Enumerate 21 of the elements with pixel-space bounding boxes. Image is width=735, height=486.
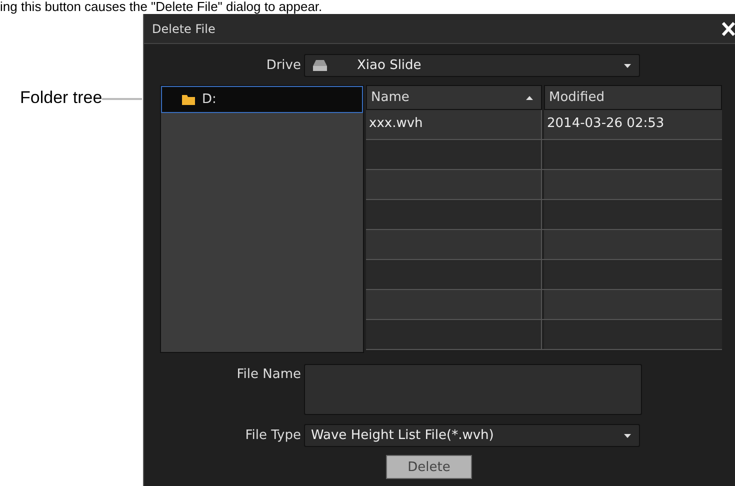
folder-icon	[182, 94, 196, 105]
drive-label: Drive	[265, 58, 302, 73]
column-header[interactable]: Name	[366, 85, 542, 110]
drive-icon	[313, 60, 327, 71]
leader-line	[102, 98, 142, 100]
callout-label: Folder tree	[20, 88, 102, 108]
delete-button[interactable]: Delete	[386, 455, 472, 479]
window-title: Delete File	[152, 22, 216, 36]
column-header[interactable]: Modified	[544, 85, 722, 110]
table-cell: 2014-03-26 02:53	[544, 110, 722, 139]
caption-text: ing this button causes the "Delete File" dialog to appear.	[0, 0, 324, 14]
close-icon[interactable]	[722, 22, 735, 36]
file-type-dropdown[interactable]: Wave Height List File(*.wvh)	[304, 424, 640, 447]
file-name-field[interactable]	[304, 364, 642, 415]
drive-dropdown[interactable]: Xiao Slide	[304, 54, 640, 77]
tree-item[interactable]: D:	[161, 86, 363, 113]
caret-icon	[624, 434, 631, 438]
table-cell: xxx.wvh	[366, 110, 542, 139]
caret-icon	[624, 64, 631, 68]
file-type-label: File Type	[244, 428, 302, 443]
file-name-label: File Name	[236, 366, 302, 382]
